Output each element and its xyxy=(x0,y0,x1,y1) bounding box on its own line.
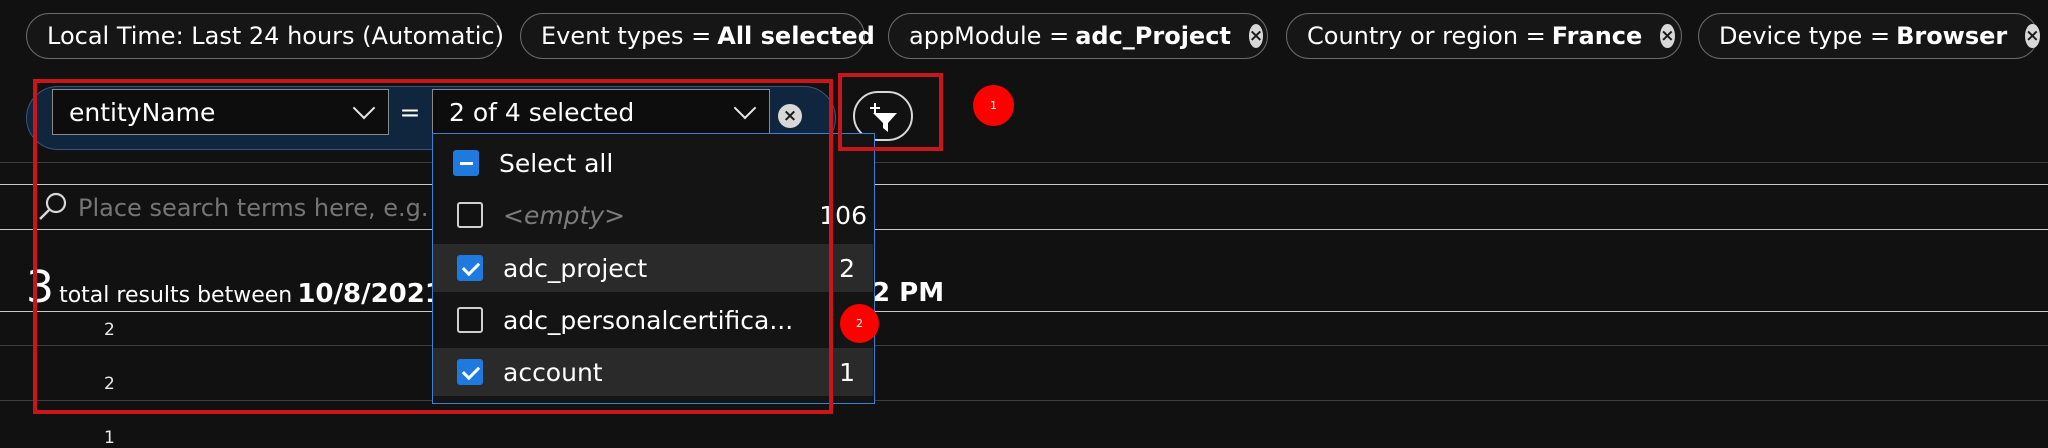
step-marker-2: 2 xyxy=(840,304,879,343)
device-type-pill[interactable]: Device type = Browser × xyxy=(1698,13,2040,59)
event-types-label: Event types = xyxy=(541,22,712,50)
time-range-label: Local Time: Last 24 hours (Automatic) xyxy=(47,22,504,50)
remove-country-icon[interactable]: × xyxy=(1660,24,1675,48)
remove-app-module-icon[interactable]: × xyxy=(1248,24,1264,48)
app-module-value: adc_Project xyxy=(1075,22,1231,50)
remove-device-type-icon[interactable]: × xyxy=(2025,24,2040,48)
event-types-pill[interactable]: Event types = All selected xyxy=(520,13,875,59)
option-count: 1 xyxy=(839,357,855,387)
option-count: 2 xyxy=(839,253,855,283)
results-date-end: 2 PM xyxy=(872,278,945,308)
country-pill[interactable]: Country or region = France × xyxy=(1286,13,1682,59)
device-type-label: Device type = xyxy=(1719,22,1891,50)
highlight-box-filter xyxy=(33,79,833,414)
highlight-box-add-filter xyxy=(838,73,943,151)
app-module-pill[interactable]: appModule = adc_Project × xyxy=(888,13,1268,59)
country-label: Country or region = xyxy=(1307,22,1546,50)
device-type-value: Browser xyxy=(1896,22,2008,50)
step-marker-1: 1 xyxy=(973,85,1014,126)
event-types-value: All selected xyxy=(717,22,875,50)
row-value: 1 xyxy=(104,428,115,448)
country-value: France xyxy=(1551,22,1643,50)
app-module-label: appModule = xyxy=(909,22,1070,50)
time-range-pill[interactable]: Local Time: Last 24 hours (Automatic) xyxy=(26,13,504,59)
